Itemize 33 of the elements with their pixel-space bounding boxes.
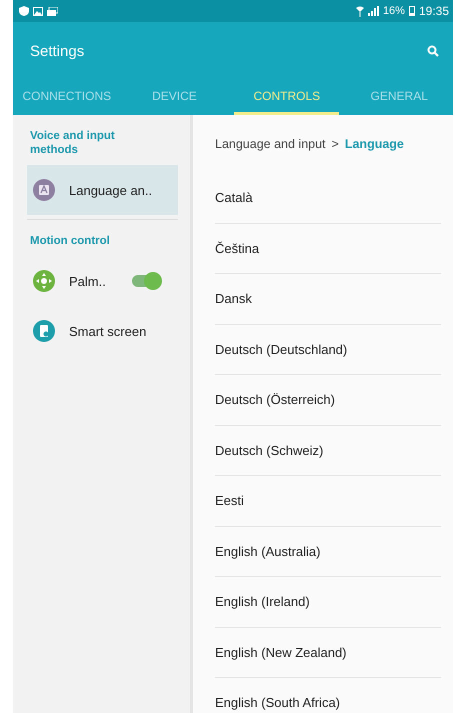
language-item[interactable]: Čeština xyxy=(215,224,441,274)
search-icon[interactable] xyxy=(427,45,439,57)
breadcrumb-parent[interactable]: Language and input xyxy=(215,137,326,151)
language-item[interactable]: English (South Africa) xyxy=(215,678,441,713)
section-header: Motion control xyxy=(30,234,111,248)
letter-icon xyxy=(33,179,55,201)
language-item[interactable]: Deutsch (Deutschland) xyxy=(215,324,441,375)
language-item[interactable]: English (Ireland) xyxy=(215,577,441,628)
language-item[interactable]: Eesti xyxy=(215,476,441,526)
toggle-switch[interactable] xyxy=(132,275,160,287)
language-item[interactable]: Deutsch (Österreich) xyxy=(215,375,441,426)
sidebar-item[interactable]: Palm.. xyxy=(27,256,178,306)
image-icon xyxy=(33,6,43,16)
app-title: Settings xyxy=(30,42,86,60)
sidebar-item[interactable]: Language an.. xyxy=(27,165,178,215)
wifi-icon xyxy=(356,6,364,16)
breadcrumb-separator: > xyxy=(332,137,339,151)
photo-icon xyxy=(47,6,58,16)
breadcrumb-current: Language xyxy=(344,137,404,151)
language-item[interactable]: English (Australia) xyxy=(215,526,441,577)
battery-percent: 16% xyxy=(382,5,405,17)
sidebar-item[interactable]: Smart screen xyxy=(27,306,178,356)
section-header: Voice and input methods xyxy=(30,129,116,157)
signal-icon xyxy=(368,6,379,16)
clock-time: 19:35 xyxy=(418,4,449,18)
language-item[interactable]: Català xyxy=(215,173,441,224)
language-item[interactable]: English (New Zealand) xyxy=(215,628,441,678)
palm-motion-icon xyxy=(33,270,55,292)
language-item[interactable]: Dansk xyxy=(215,274,441,324)
language-item[interactable]: Deutsch (Schweiz) xyxy=(215,426,441,476)
shield-icon xyxy=(19,6,29,16)
battery-icon xyxy=(408,6,415,16)
smart-screen-icon xyxy=(33,320,55,342)
